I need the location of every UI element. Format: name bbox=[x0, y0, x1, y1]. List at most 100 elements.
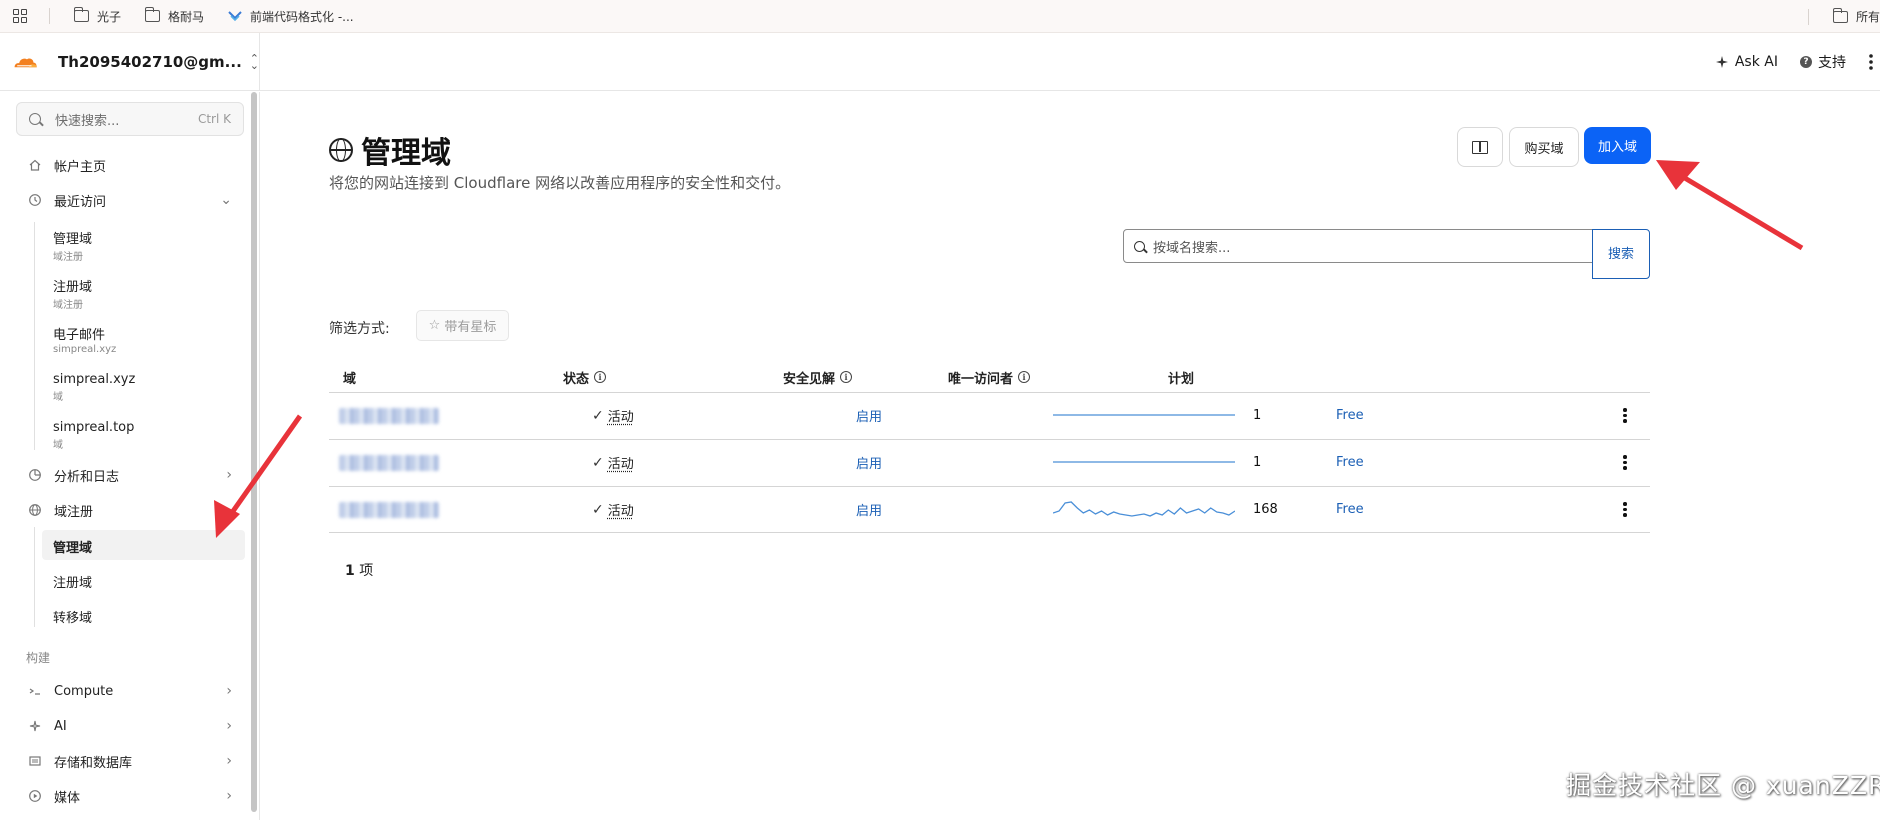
domain-name-redacted[interactable] bbox=[339, 440, 439, 485]
row-actions-menu-icon[interactable] bbox=[1619, 393, 1631, 438]
column-header-unique-visitors[interactable]: 唯一访问者 i bbox=[948, 363, 1030, 391]
sidebar-item-analytics[interactable]: 分析和日志 › bbox=[0, 460, 246, 490]
recent-item-subtitle: 域 bbox=[53, 436, 134, 451]
bookmark-item[interactable]: 前端代码格式化 -... bbox=[228, 8, 354, 25]
ask-ai-button[interactable]: Ask AI bbox=[1715, 54, 1778, 70]
history-icon bbox=[28, 193, 42, 207]
help-icon: ? bbox=[1800, 56, 1812, 68]
page-title: 管理域 bbox=[361, 128, 451, 172]
filter-label: 筛选方式: bbox=[329, 318, 390, 338]
star-icon: ☆ bbox=[429, 318, 441, 333]
account-name: Th2095402710@gm... bbox=[58, 53, 242, 71]
sidebar-subitem-transfer-domains[interactable]: 转移域 bbox=[53, 607, 92, 626]
column-header-status[interactable]: 状态 i bbox=[563, 363, 606, 391]
starred-filter-button[interactable]: ☆ 带有星标 bbox=[416, 310, 509, 341]
main-content: 管理域 将您的网站连接到 Cloudflare 网络以改善应用程序的安全性和交付… bbox=[261, 92, 1880, 820]
search-icon bbox=[29, 113, 41, 125]
ai-sparkle-icon bbox=[28, 719, 42, 733]
book-icon bbox=[1472, 141, 1488, 154]
bookmark-item[interactable]: 格耐马 bbox=[145, 8, 204, 25]
row-actions-menu-icon[interactable] bbox=[1619, 487, 1631, 532]
sidebar-item-account-home[interactable]: 帐户主页 bbox=[0, 150, 246, 180]
support-button[interactable]: ? 支持 bbox=[1800, 52, 1846, 72]
bookmark-divider bbox=[1808, 9, 1809, 25]
bookmark-label: 光子 bbox=[97, 8, 121, 25]
add-domain-button[interactable]: 加入域 bbox=[1584, 127, 1651, 164]
column-header-label: 状态 bbox=[563, 368, 589, 387]
recent-item-title: 管理域 bbox=[53, 232, 92, 247]
row-actions-menu-icon[interactable] bbox=[1619, 440, 1631, 485]
globe-icon bbox=[329, 138, 353, 162]
domain-search-input[interactable]: 按域名搜索... bbox=[1123, 229, 1617, 263]
recent-item-subtitle: simpreal.xyz bbox=[53, 344, 116, 355]
docs-button[interactable] bbox=[1457, 127, 1503, 167]
status-text[interactable]: 活动 bbox=[608, 500, 634, 519]
tree-guide bbox=[34, 527, 35, 627]
sidebar-item-compute[interactable]: Compute › bbox=[0, 676, 246, 706]
account-switcher[interactable]: Th2095402710@gm... ⌃ ⌄ bbox=[0, 33, 260, 91]
sidebar-item-media[interactable]: 媒体 › bbox=[0, 781, 246, 811]
recent-item-simpreal-top[interactable]: simpreal.top 域 bbox=[53, 420, 134, 451]
sidebar-subitem-register-domains[interactable]: 注册域 bbox=[53, 572, 92, 591]
status-cell: ✓ 活动 bbox=[592, 440, 634, 485]
status-text[interactable]: 活动 bbox=[608, 453, 634, 472]
visitor-count: 1 bbox=[1253, 440, 1261, 485]
table-row[interactable]: ✓ 活动 启用 1 Free bbox=[329, 393, 1650, 438]
recent-item-subtitle: 域注册 bbox=[53, 296, 92, 311]
security-insights-link[interactable]: 启用 bbox=[856, 487, 882, 532]
recent-item-simpreal-xyz[interactable]: simpreal.xyz 域 bbox=[53, 372, 135, 403]
sidebar-item-domain-registration[interactable]: 域注册 bbox=[0, 495, 246, 525]
domain-name-redacted[interactable] bbox=[339, 487, 439, 532]
column-header-security-insights[interactable]: 安全见解 i bbox=[783, 363, 852, 391]
sidebar: 快速搜索... Ctrl K 帐户主页 最近访问 ⌄ 管理域 域注册 注册域 域… bbox=[0, 92, 260, 820]
check-icon: ✓ bbox=[592, 408, 604, 424]
chevron-right-icon: › bbox=[226, 683, 232, 699]
header-actions: Ask AI ? 支持 bbox=[1715, 33, 1880, 91]
sidebar-item-recent[interactable]: 最近访问 ⌄ bbox=[0, 185, 246, 215]
recent-item-title: 电子邮件 bbox=[53, 328, 105, 343]
recent-item-manage-domains[interactable]: 管理域 域注册 bbox=[53, 228, 92, 263]
buy-domain-button[interactable]: 购买域 bbox=[1509, 127, 1579, 167]
visitor-count: 168 bbox=[1253, 487, 1278, 532]
quick-search-input[interactable]: 快速搜索... Ctrl K bbox=[16, 102, 244, 136]
info-icon[interactable]: i bbox=[1018, 371, 1030, 383]
sidebar-subitem-manage-domains[interactable]: 管理域 bbox=[53, 537, 92, 556]
table-row[interactable]: ✓ 活动 启用 168 Free bbox=[329, 487, 1650, 532]
top-header: Th2095402710@gm... ⌃ ⌄ Ask AI ? 支持 bbox=[0, 33, 1880, 91]
apps-grid-icon[interactable] bbox=[13, 9, 27, 23]
cloudflare-logo-icon bbox=[12, 50, 38, 74]
folder-icon bbox=[1833, 11, 1848, 23]
plan-link[interactable]: Free bbox=[1336, 440, 1364, 485]
column-header-plan[interactable]: 计划 bbox=[1168, 363, 1194, 391]
recent-item-register-domains[interactable]: 注册域 域注册 bbox=[53, 276, 92, 311]
plan-link[interactable]: Free bbox=[1336, 393, 1364, 438]
chevron-right-icon: › bbox=[226, 467, 232, 483]
status-text[interactable]: 活动 bbox=[608, 406, 634, 425]
table-row[interactable]: ✓ 活动 启用 1 Free bbox=[329, 440, 1650, 485]
recent-item-email[interactable]: 电子邮件 simpreal.xyz bbox=[53, 324, 116, 355]
visitors-sparkline bbox=[1053, 495, 1235, 525]
column-header-domain[interactable]: 域 bbox=[343, 363, 356, 391]
more-menu-button[interactable] bbox=[1868, 53, 1874, 71]
bookmark-item[interactable]: 光子 bbox=[74, 8, 121, 25]
tree-guide bbox=[34, 222, 35, 450]
info-icon[interactable]: i bbox=[840, 371, 852, 383]
folder-icon bbox=[145, 10, 160, 22]
info-icon[interactable]: i bbox=[594, 371, 606, 383]
sidebar-item-storage[interactable]: 存储和数据库 › bbox=[0, 746, 246, 776]
sidebar-scrollbar[interactable] bbox=[251, 92, 257, 812]
domain-search-button[interactable]: 搜索 bbox=[1592, 229, 1650, 279]
folder-icon bbox=[74, 10, 89, 22]
security-insights-link[interactable]: 启用 bbox=[856, 393, 882, 438]
domain-name-redacted[interactable] bbox=[339, 393, 439, 438]
result-count-number: 1 bbox=[345, 563, 355, 579]
sidebar-item-ai[interactable]: AI › bbox=[0, 711, 246, 741]
all-bookmarks[interactable]: 所有 bbox=[1808, 0, 1880, 33]
sidebar-item-label: AI bbox=[54, 719, 67, 734]
column-header-label: 计划 bbox=[1168, 368, 1194, 387]
visitors-sparkline bbox=[1053, 401, 1235, 431]
bookmark-divider bbox=[49, 8, 50, 24]
plan-link[interactable]: Free bbox=[1336, 487, 1364, 532]
security-insights-link[interactable]: 启用 bbox=[856, 440, 882, 485]
column-header-label: 唯一访问者 bbox=[948, 368, 1013, 387]
